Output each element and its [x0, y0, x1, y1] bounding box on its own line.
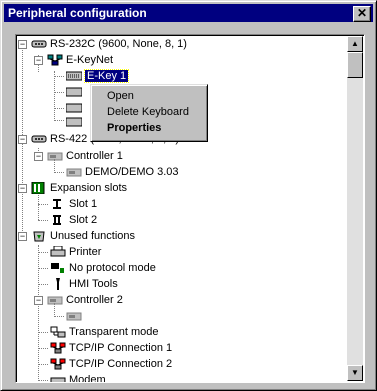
collapse-toggle[interactable]: − — [34, 56, 43, 65]
tree-item-printer[interactable]: Printer — [50, 244, 101, 260]
tree-line — [38, 284, 48, 285]
tree-item-label: Transparent mode — [69, 326, 159, 339]
collapse-toggle[interactable]: − — [18, 135, 27, 144]
tree-item-label: Controller 2 — [66, 294, 123, 307]
collapse-toggle[interactable]: − — [18, 184, 27, 193]
recycle-icon — [31, 230, 47, 242]
tree-item-slot-1[interactable]: Slot 1 — [50, 196, 97, 212]
context-menu: Open Delete Keyboard Properties — [90, 84, 208, 142]
window-title: Peripheral configuration — [8, 6, 147, 20]
tree-item-label: Slot 2 — [69, 214, 98, 227]
modem-icon — [50, 374, 66, 382]
serial-port-icon — [31, 38, 47, 50]
menu-item-open[interactable]: Open — [107, 88, 134, 104]
tree-line — [38, 364, 48, 365]
tree-line — [38, 268, 48, 269]
tree-item-tcpip-2[interactable]: TCP/IP Connection 2 — [50, 356, 172, 372]
tree-line — [38, 348, 48, 349]
tree-line — [38, 252, 48, 253]
expansion-icon — [31, 181, 47, 195]
tree-item-label: DEMO/DEMO 3.03 — [85, 166, 179, 179]
tree-item-hmi-tools[interactable]: HMI Tools — [50, 276, 118, 292]
slot-icon — [50, 214, 66, 226]
title-bar[interactable]: Peripheral configuration ✕ — [4, 4, 373, 22]
scroll-up-button[interactable]: ▲ — [347, 36, 363, 52]
tree-line — [38, 332, 48, 333]
tree-item-label: No protocol mode — [69, 262, 156, 275]
tree-line — [38, 220, 48, 221]
tree-item-tcpip-1[interactable]: TCP/IP Connection 1 — [50, 340, 172, 356]
tree-item-keyboard[interactable] — [65, 114, 85, 130]
tree-item-ekeynet[interactable]: E-KeyNet — [47, 52, 113, 68]
collapse-toggle[interactable]: − — [34, 296, 43, 305]
collapse-toggle[interactable]: − — [18, 232, 27, 241]
controller-icon — [47, 294, 63, 306]
peripheral-configuration-window: Peripheral configuration ✕ − RS-232C (96… — [0, 0, 377, 391]
tree-item-rs232c[interactable]: RS-232C (9600, None, 8, 1) — [31, 36, 187, 52]
tree-item-keyboard[interactable] — [65, 84, 85, 100]
tree-item-label: Printer — [69, 246, 102, 259]
vertical-scrollbar[interactable]: ▲ ▼ — [347, 36, 363, 381]
tree-line — [54, 120, 64, 121]
tree-line — [54, 92, 64, 93]
tree-item-label: Controller 1 — [66, 150, 123, 163]
tree-item-label: HMI Tools — [69, 278, 118, 291]
tree-item-label: E-Key 1 — [83, 69, 130, 84]
transparent-icon — [50, 326, 66, 338]
tree-item-controller-2-device[interactable] — [66, 308, 85, 324]
tree-item-expansion-slots[interactable]: Expansion slots — [31, 180, 127, 196]
tree-line — [38, 204, 48, 205]
serial-port-icon — [31, 133, 47, 145]
close-button[interactable]: ✕ — [353, 6, 371, 22]
tree-line — [54, 172, 64, 173]
tree-line — [38, 245, 39, 382]
tree-line — [38, 195, 39, 220]
tree-item-no-protocol-mode[interactable]: No protocol mode — [50, 260, 156, 276]
tree-item-controller-1[interactable]: Controller 1 — [47, 148, 123, 164]
tree-line — [38, 380, 48, 381]
tree-item-label: TCP/IP Connection 1 — [69, 342, 173, 355]
tree-item-slot-2[interactable]: Slot 2 — [50, 212, 97, 228]
tree-item-ekey1[interactable]: E-Key 1 — [65, 68, 130, 84]
network-icon — [50, 358, 66, 370]
tree-item-modem[interactable]: Modem — [50, 372, 106, 383]
tree-item-label: Slot 1 — [69, 198, 98, 211]
tree-item-label: Modem — [69, 374, 106, 383]
tree-item-label: RS-232C (9600, None, 8, 1) — [50, 38, 187, 51]
collapse-toggle[interactable]: − — [18, 40, 27, 49]
collapse-toggle[interactable]: − — [34, 152, 43, 161]
keyboard-icon — [65, 102, 83, 114]
keyboard-icon — [65, 86, 83, 98]
controller-icon — [47, 150, 63, 162]
network-icon — [47, 54, 63, 66]
scroll-down-button[interactable]: ▼ — [347, 365, 363, 381]
tree-item-label: Unused functions — [50, 230, 135, 243]
tree-line — [54, 303, 55, 315]
tree-item-unused-functions[interactable]: Unused functions — [31, 228, 135, 244]
controller-icon — [66, 166, 82, 178]
scroll-thumb[interactable] — [347, 52, 363, 78]
network-icon — [50, 342, 66, 354]
tree-item-label: TCP/IP Connection 2 — [69, 358, 173, 371]
tree-item-demo[interactable]: DEMO/DEMO 3.03 — [66, 164, 179, 180]
tree-line — [54, 76, 64, 77]
tools-icon — [50, 278, 66, 291]
protocol-icon — [50, 262, 66, 274]
keyboard-icon — [65, 116, 83, 128]
tree-item-label: Expansion slots — [50, 182, 128, 195]
tree-line — [54, 108, 64, 109]
tree-item-transparent-mode[interactable]: Transparent mode — [50, 324, 158, 340]
keyboard-icon — [65, 70, 83, 82]
tree-line — [54, 316, 64, 317]
menu-item-properties[interactable]: Properties — [107, 120, 161, 136]
menu-item-delete-keyboard[interactable]: Delete Keyboard — [107, 104, 189, 120]
tree-line — [54, 71, 55, 119]
tree-item-controller-2[interactable]: Controller 2 — [47, 292, 123, 308]
tree-line — [54, 159, 55, 171]
printer-icon — [50, 245, 66, 258]
slot-icon — [50, 198, 66, 210]
tree-item-label: E-KeyNet — [66, 54, 114, 67]
controller-icon — [66, 310, 82, 322]
